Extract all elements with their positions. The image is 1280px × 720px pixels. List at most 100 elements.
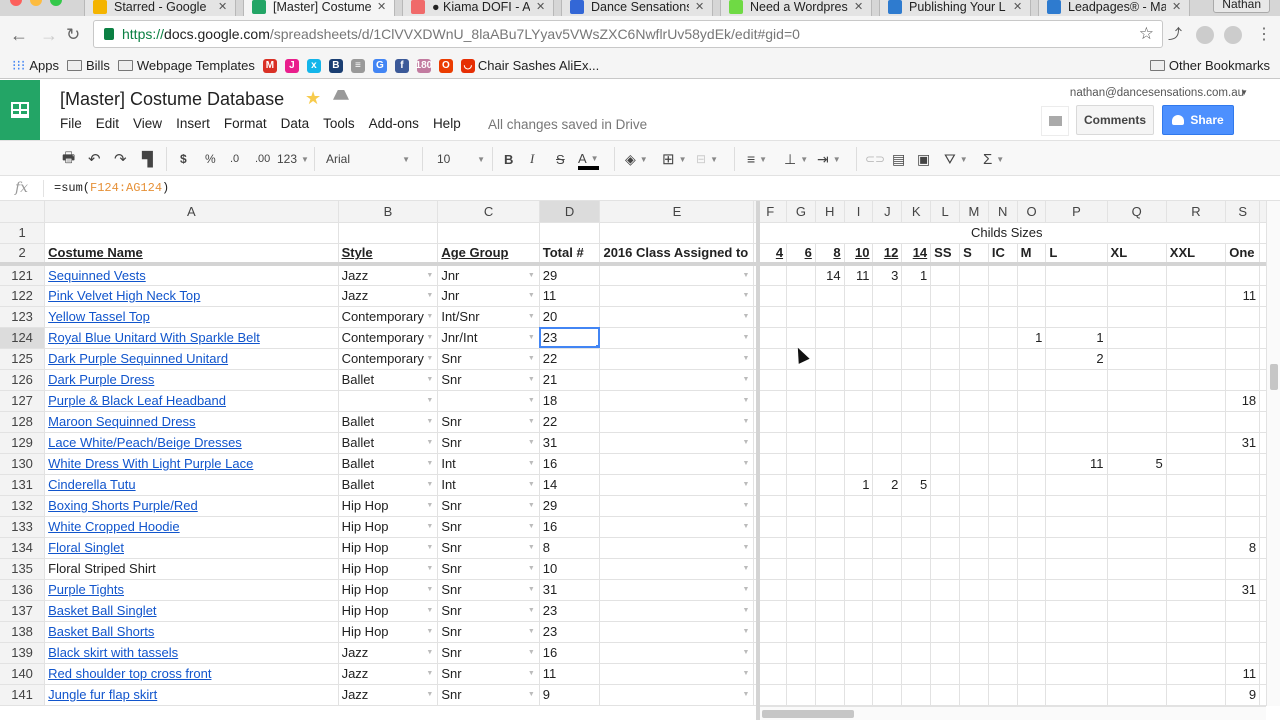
bold-button[interactable]: B (504, 150, 513, 168)
frozen-column-divider[interactable] (756, 201, 760, 720)
size-count-cell[interactable] (1225, 474, 1261, 496)
dropdown-arrow-icon[interactable]: ▼ (528, 481, 535, 488)
browser-tab[interactable]: Publishing Your L ✕ (879, 0, 1032, 16)
costume-link[interactable]: Royal Blue Unitard With Sparkle Belt (48, 330, 260, 345)
style-dropdown-cell[interactable]: Contemporary ▼ (338, 348, 439, 370)
percent-format-button[interactable]: % (205, 150, 216, 168)
font-size-select[interactable]: 10 ▼ (437, 150, 485, 168)
star-icon[interactable]: ★ (305, 88, 321, 109)
size-count-cell[interactable] (1107, 537, 1167, 559)
age-group-dropdown-cell[interactable]: Snr ▼ (437, 369, 540, 391)
dropdown-arrow-icon[interactable]: ▼ (528, 691, 535, 698)
column-header-i[interactable]: I (844, 201, 874, 223)
age-group-dropdown-cell[interactable]: Snr ▼ (437, 516, 540, 538)
class-assigned-dropdown-cell[interactable]: ▼ (599, 663, 755, 685)
cell[interactable] (338, 222, 439, 244)
size-count-cell[interactable] (901, 684, 932, 706)
size-count-cell[interactable] (901, 285, 932, 307)
size-count-cell[interactable] (815, 411, 845, 433)
size-count-cell[interactable] (872, 684, 903, 706)
dropdown-arrow-icon[interactable]: ▼ (528, 439, 535, 446)
size-count-cell[interactable] (988, 495, 1018, 517)
size-count-cell[interactable] (1107, 285, 1167, 307)
size-count-cell[interactable] (872, 621, 903, 643)
maximize-window-button[interactable] (50, 0, 62, 6)
dropdown-arrow-icon[interactable]: ▼ (426, 628, 433, 635)
costume-link[interactable]: Black skirt with tassels (48, 645, 178, 660)
size-count-cell[interactable] (1107, 558, 1167, 580)
font-family-select[interactable]: Arial ▼ (326, 150, 410, 168)
size-count-cell[interactable] (901, 579, 932, 601)
close-tab-icon[interactable]: ✕ (1172, 0, 1181, 13)
size-count-cell[interactable] (959, 474, 989, 496)
close-tab-icon[interactable]: ✕ (695, 0, 704, 13)
costume-link[interactable]: Dark Purple Sequinned Unitard (48, 351, 228, 366)
size-count-cell[interactable] (1017, 537, 1047, 559)
dropdown-arrow-icon[interactable]: ▼ (426, 355, 433, 362)
header-size-6[interactable]: 6 (786, 243, 816, 266)
class-assigned-dropdown-cell[interactable]: ▼ (599, 348, 755, 370)
dropdown-arrow-icon[interactable]: ▼ (742, 649, 749, 656)
size-count-cell[interactable] (1225, 558, 1261, 580)
row-header[interactable]: 128 (0, 411, 46, 433)
size-count-cell[interactable] (786, 411, 816, 433)
dropdown-arrow-icon[interactable]: ▼ (426, 607, 433, 614)
header-size-l[interactable]: L (1045, 243, 1108, 266)
size-count-cell[interactable] (959, 348, 989, 370)
size-count-cell[interactable] (1225, 495, 1261, 517)
size-count-cell[interactable] (930, 453, 961, 475)
size-count-cell[interactable] (1166, 516, 1227, 538)
size-count-cell[interactable] (1166, 558, 1227, 580)
size-count-cell[interactable] (959, 579, 989, 601)
size-count-cell[interactable]: 31 (1225, 432, 1261, 454)
column-header-e[interactable]: E (599, 201, 755, 223)
costume-link[interactable]: Yellow Tassel Top (48, 309, 150, 324)
size-count-cell[interactable] (901, 411, 932, 433)
size-count-cell[interactable] (988, 453, 1018, 475)
costume-link[interactable]: Purple Tights (48, 582, 124, 597)
size-count-cell[interactable] (930, 264, 961, 286)
size-count-cell[interactable] (872, 516, 903, 538)
class-assigned-dropdown-cell[interactable]: ▼ (599, 642, 755, 664)
column-header-s[interactable]: S (1225, 201, 1261, 223)
total-cell[interactable]: 31 (539, 432, 601, 454)
size-count-cell[interactable] (815, 348, 845, 370)
size-count-cell[interactable]: 31 (1225, 579, 1261, 601)
size-count-cell[interactable] (930, 600, 961, 622)
header-size-s[interactable]: S (959, 243, 989, 266)
age-group-dropdown-cell[interactable]: Jnr ▼ (437, 285, 540, 307)
size-count-cell[interactable] (815, 285, 845, 307)
menu-tools[interactable]: Tools (323, 116, 355, 131)
size-count-cell[interactable] (844, 537, 874, 559)
size-count-cell[interactable] (815, 369, 845, 391)
size-count-cell[interactable] (1166, 369, 1227, 391)
address-bar[interactable]: https://docs.google.com/spreadsheets/d/1… (93, 20, 1163, 48)
style-dropdown-cell[interactable]: Jazz ▼ (338, 642, 439, 664)
dropdown-arrow-icon[interactable]: ▼ (426, 649, 433, 656)
style-dropdown-cell[interactable]: Hip Hop ▼ (338, 495, 439, 517)
size-count-cell[interactable] (930, 684, 961, 706)
dropdown-arrow-icon[interactable]: ▼ (528, 418, 535, 425)
style-dropdown-cell[interactable]: Hip Hop ▼ (338, 537, 439, 559)
size-count-cell[interactable] (872, 558, 903, 580)
dropdown-arrow-icon[interactable]: ▼ (528, 313, 535, 320)
dropdown-arrow-icon[interactable]: ▼ (742, 607, 749, 614)
dropdown-arrow-icon[interactable]: ▼ (528, 502, 535, 509)
size-count-cell[interactable] (1045, 663, 1108, 685)
size-count-cell[interactable] (1045, 579, 1108, 601)
dropdown-arrow-icon[interactable]: ▼ (742, 586, 749, 593)
browser-tab[interactable]: Leadpages® - Ma ✕ (1038, 0, 1191, 16)
size-count-cell[interactable] (1107, 642, 1167, 664)
class-assigned-dropdown-cell[interactable]: ▼ (599, 474, 755, 496)
cell[interactable] (437, 222, 540, 244)
size-count-cell[interactable] (815, 621, 845, 643)
size-count-cell[interactable] (872, 327, 903, 349)
size-count-cell[interactable] (1017, 516, 1047, 538)
size-count-cell[interactable] (1017, 642, 1047, 664)
size-count-cell[interactable] (1045, 264, 1108, 286)
row-header[interactable]: 136 (0, 579, 46, 601)
age-group-dropdown-cell[interactable]: Int ▼ (437, 474, 540, 496)
dropdown-arrow-icon[interactable]: ▼ (426, 670, 433, 677)
size-count-cell[interactable] (786, 390, 816, 412)
row-header[interactable]: 141 (0, 684, 46, 706)
